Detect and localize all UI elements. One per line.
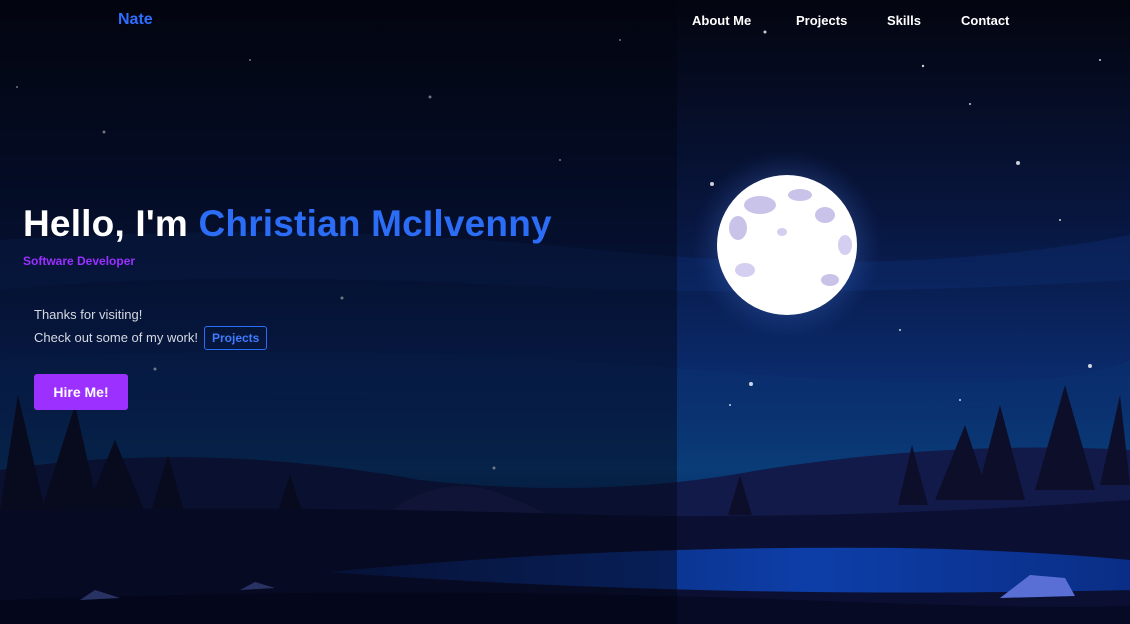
top-navbar: Nate About Me Projects Skills Contact: [0, 0, 1130, 40]
nav-link-projects[interactable]: Projects: [796, 13, 847, 28]
hero-greeting: Hello, I'm: [23, 203, 188, 244]
intro-text: Thanks for visiting! Check out some of m…: [34, 304, 268, 350]
moon-icon: [717, 175, 857, 315]
hero-subtitle: Software Developer: [23, 254, 136, 268]
nav-link-about-me[interactable]: About Me: [692, 13, 751, 28]
nav-link-skills[interactable]: Skills: [887, 13, 921, 28]
intro-line-2-row: Check out some of my work! Projects: [34, 326, 268, 350]
hero-heading: Hello, I'm Christian McIlvenny: [23, 203, 552, 245]
nav-link-contact[interactable]: Contact: [961, 13, 1009, 28]
hire-me-button[interactable]: Hire Me!: [34, 374, 128, 410]
intro-line-2: Check out some of my work!: [34, 330, 198, 345]
hero-name: Christian McIlvenny: [198, 203, 552, 244]
intro-line-1: Thanks for visiting!: [34, 307, 143, 322]
projects-link-button[interactable]: Projects: [204, 326, 268, 350]
brand-logo[interactable]: Nate: [118, 11, 153, 29]
